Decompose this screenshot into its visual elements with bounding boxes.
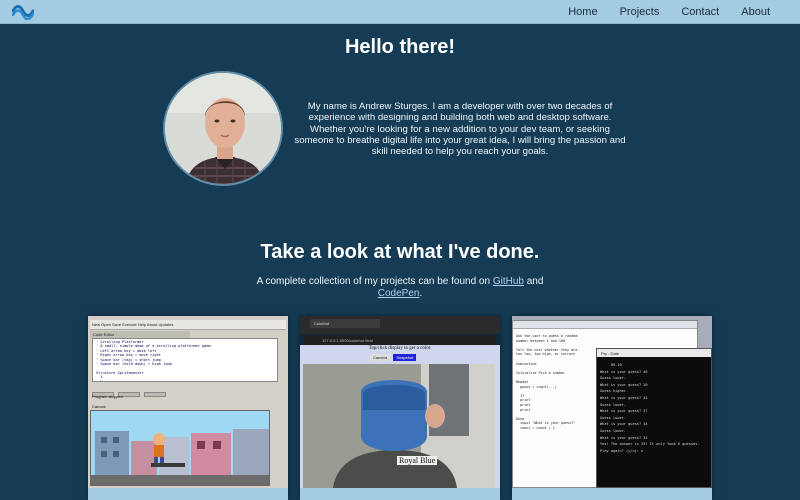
terminal-line: What is your guess? 33 [600, 435, 648, 440]
project-screenshot: Ask the user to guess a random number be… [512, 316, 712, 488]
terminal-line: Guess lower. [600, 428, 626, 433]
wave-logo-icon[interactable] [12, 4, 34, 20]
terminal-line: What is your guess? 40 [600, 369, 648, 374]
nav-home-link[interactable]: Home [568, 6, 597, 18]
github-link[interactable]: GitHub [493, 276, 524, 287]
nav-contact-link[interactable]: Contact [681, 6, 719, 18]
terminal-line: What is your guess? 41 [600, 395, 648, 400]
nav-projects-link[interactable]: Projects [620, 6, 660, 18]
project-card-colorbot[interactable]: Colorbot 127.0.0.1:5500/colorbot.html Ta… [300, 316, 500, 500]
profile-photo [165, 73, 281, 184]
projects-subtitle-end: . [419, 288, 423, 299]
webcam-scene [303, 364, 495, 488]
terminal-line: Guess lower. [600, 376, 626, 381]
card-caption-bar [512, 488, 712, 500]
bio-text: My name is Andrew Sturges. I am a develo… [294, 101, 626, 158]
editor-tab: Code Editor [90, 331, 190, 338]
terminal-line: Guess higher. [600, 389, 629, 394]
browser-tab: Colorbot [310, 319, 380, 328]
terminal-line: Yes! The answer is 33! It only took 6 gu… [600, 442, 700, 447]
editor-toolbar: New Open Save Execute Help About Updates [90, 320, 286, 330]
editor-buttons [92, 384, 278, 397]
project-screenshot: New Open Save Execute Help About Updates… [88, 316, 288, 488]
avatar [163, 71, 283, 186]
projects-title: Take a look at what I've done. [260, 241, 540, 263]
project-card-guessing-game[interactable]: Ask the user to guess a random number be… [512, 316, 712, 500]
terminal-line: 89-10 [600, 363, 622, 367]
game-scene [91, 411, 269, 485]
navbar: Home Projects Contact About [0, 0, 800, 24]
browser-url: 127.0.0.1:5500/colorbot.html [304, 335, 496, 345]
editor-code: ' Scrolling Platformer ' A small, simple… [92, 338, 278, 382]
browser-tabbar: Colorbot [300, 316, 500, 334]
nav-links: Home Projects Contact About [546, 0, 770, 24]
project-card-platformer[interactable]: New Open Save Execute Help About Updates… [88, 316, 288, 500]
terminal-line: Guess lower. [600, 402, 626, 407]
colorbot-hint: Tap/click display to get a color. [368, 346, 432, 351]
terminal-line: What is your guess? 37 [600, 409, 648, 414]
terminal-title: Pry - Date [597, 349, 711, 357]
projects-subtitle-text: A complete collection of my projects can… [256, 276, 493, 287]
nav-about-link[interactable]: About [741, 6, 770, 18]
terminal-line: Play again? (y/n): n [600, 448, 644, 453]
hero-title: Hello there! [344, 36, 456, 58]
terminal-line: What is your guess? 34 [600, 422, 648, 427]
projects-subtitle-and: and [523, 276, 544, 287]
canvas-label: Canvas [92, 404, 106, 409]
console-label: Program stopped [92, 394, 123, 399]
terminal-line: What is your guess? 20 [600, 382, 648, 387]
webcam-view: Royal Blue [303, 364, 495, 488]
codepen-link[interactable]: CodePen [378, 288, 420, 299]
project-screenshot: Colorbot 127.0.0.1:5500/colorbot.html Ta… [300, 316, 500, 488]
terminal-line: Guess lower. [600, 415, 626, 420]
colorbot-buttons: Camera Snapshot [370, 354, 418, 362]
terminal-output: 89-10 What is your guess? 40 Guess lower. W… [600, 362, 700, 454]
snapshot-button: Snapshot [393, 354, 417, 361]
detected-color-label: Royal Blue [397, 456, 438, 465]
card-caption-bar [300, 488, 500, 500]
game-canvas [90, 410, 270, 486]
camera-button: Camera [370, 354, 391, 361]
card-caption-bar [88, 488, 288, 500]
projects-subtitle: A complete collection of my projects can… [240, 276, 560, 300]
